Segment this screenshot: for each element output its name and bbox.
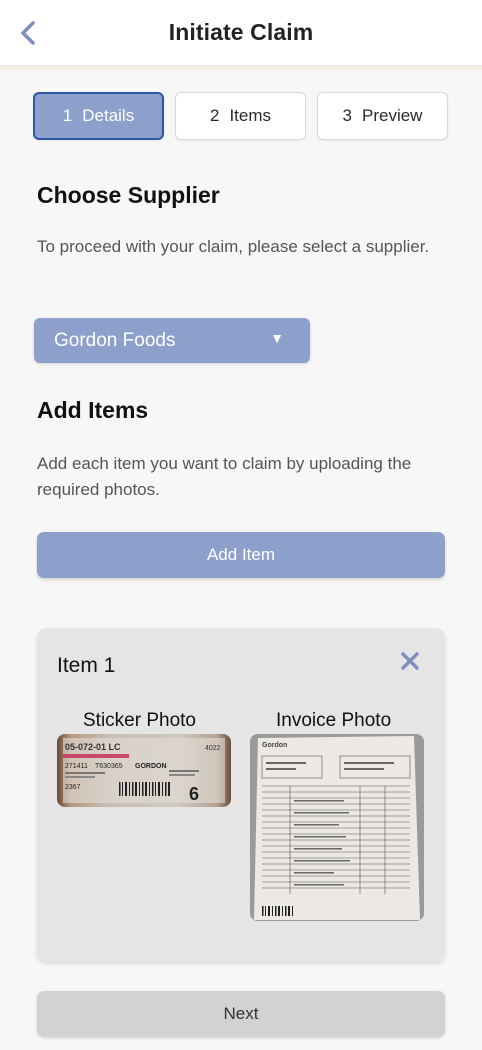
sticker-small-text: 4022 — [205, 745, 221, 752]
add-items-heading: Add Items — [37, 397, 149, 423]
step-number: 2 — [209, 106, 220, 125]
sticker-code-text: 05-072-01 LC — [65, 742, 121, 752]
item-card: Item 1 Sticker Photo Invoice Photo 05-07… — [37, 628, 445, 962]
sticker-num1-text: 271411 — [65, 763, 88, 770]
sticker-photo-label: Sticker Photo — [83, 710, 196, 731]
step-label: Preview — [362, 106, 423, 125]
sticker-bottom-text: 2367 — [65, 784, 81, 791]
page-title: Initiate Claim — [168, 19, 314, 45]
step-label: Items — [229, 106, 272, 125]
invoice-photo-label: Invoice Photo — [276, 710, 392, 731]
next-button[interactable]: Next — [37, 991, 445, 1037]
chevron-left-icon — [21, 21, 35, 45]
back-button[interactable] — [14, 18, 42, 48]
sticker-brand-text: GORDON — [135, 763, 167, 770]
tab-preview[interactable]: 3 Preview — [317, 92, 448, 140]
invoice-brand-text: Gordon — [262, 742, 287, 749]
item-title: Item 1 — [57, 654, 116, 677]
choose-supplier-heading: Choose Supplier — [37, 182, 220, 208]
tab-details[interactable]: 1 Details — [33, 92, 164, 140]
invoice-photo-image: Gordon — [250, 734, 424, 921]
choose-supplier-description: To proceed with your claim, please selec… — [37, 237, 430, 256]
app-header: Initiate Claim — [0, 0, 482, 70]
sticker-num2-text: T630365 — [95, 763, 123, 770]
close-icon — [401, 652, 419, 670]
dropdown-arrow-icon: ▼ — [270, 330, 284, 346]
step-number: 3 — [342, 106, 352, 125]
add-item-button[interactable]: Add Item — [37, 532, 445, 578]
invoice-photo[interactable]: Gordon — [250, 734, 424, 921]
add-items-description: Add each item you want to claim by uploa… — [37, 454, 412, 499]
step-number: 1 — [62, 106, 73, 125]
supplier-dropdown[interactable]: Gordon Foods ▼ — [34, 318, 310, 363]
sticker-photo-image: 05-072-01 LC 4022 271411 T630365 GORDON … — [63, 738, 225, 804]
supplier-selected-value: Gordon Foods — [54, 329, 176, 351]
step-tabs: 1 Details 2 Items 3 Preview — [33, 92, 448, 140]
step-label: Details — [82, 106, 135, 125]
tab-items[interactable]: 2 Items — [175, 92, 306, 140]
remove-item-button[interactable] — [399, 650, 421, 672]
sticker-digit-text: 6 — [189, 784, 199, 804]
sticker-photo[interactable]: 05-072-01 LC 4022 271411 T630365 GORDON … — [57, 734, 231, 807]
